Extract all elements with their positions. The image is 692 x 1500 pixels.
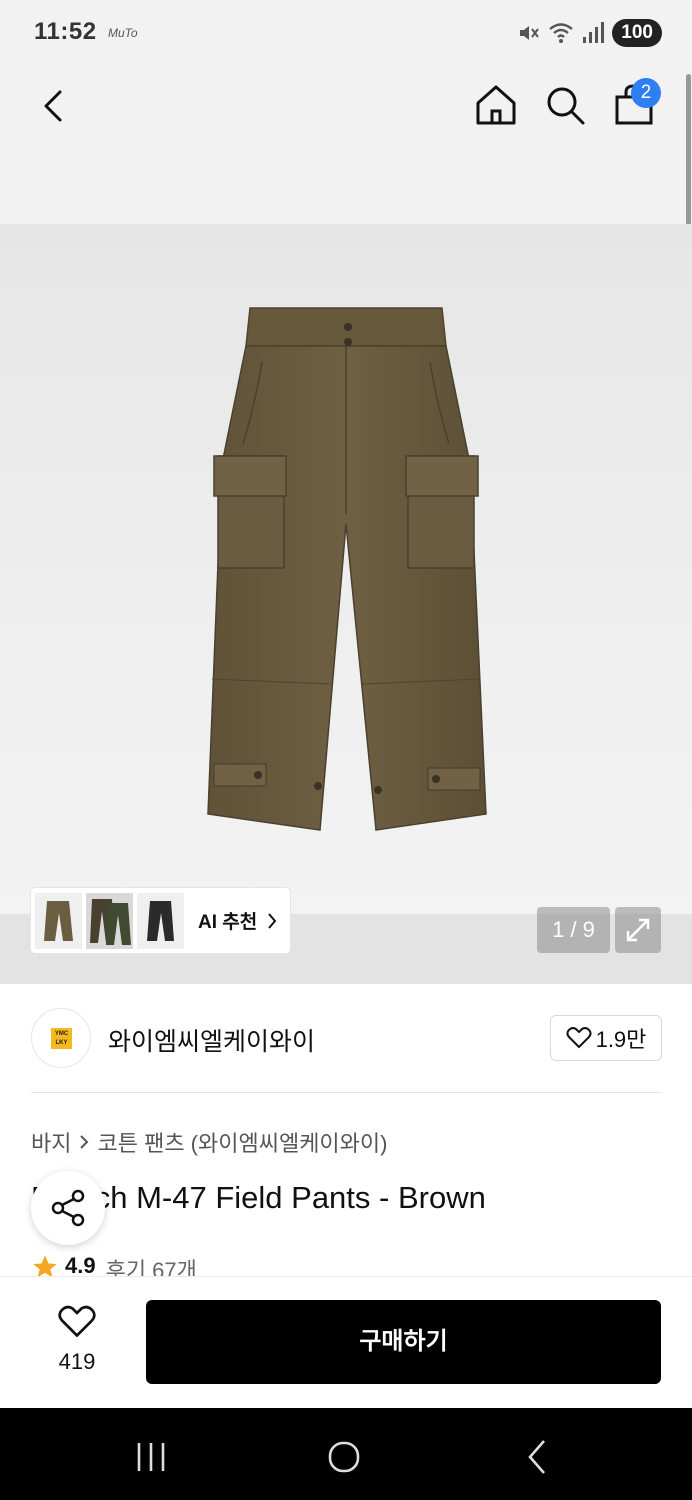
ai-thumbnail[interactable] [35,892,82,949]
home-icon[interactable] [472,81,520,129]
share-icon [51,1189,85,1227]
brand-logo-mark: YMC LKY [51,1028,72,1049]
wishlist-count: 419 [58,1349,96,1374]
rating-row[interactable]: 4.9 후기 67개 [31,1253,197,1277]
chevron-right-icon [80,1135,89,1149]
system-navigation-bar [0,1408,692,1500]
mute-icon [520,26,540,40]
expand-image-button[interactable] [615,907,661,953]
brand-name[interactable]: 와이엠씨엘케이와이 [108,1022,315,1058]
search-icon[interactable] [541,81,589,129]
buy-button[interactable]: 구매하기 [146,1300,661,1384]
star-icon [33,1255,57,1277]
back-arrow-icon[interactable] [34,84,78,128]
breadcrumb-category[interactable]: 바지 [31,1126,71,1158]
ai-recommend-label: AI 추천 [198,912,258,933]
rating-value: 4.9 [65,1253,96,1277]
brand-like-button[interactable]: 1.9만 [550,1015,662,1061]
breadcrumb-subcategory[interactable]: 코튼 팬츠 (와이엠씨엘케이와이) [97,1126,387,1158]
status-icons: 100 [516,18,662,48]
brand-logo[interactable]: YMC LKY [31,1008,91,1068]
home-circle-icon[interactable] [324,1437,364,1477]
brand-row: YMC LKY 와이엠씨엘케이와이 1.9만 [31,1008,662,1068]
divider [31,1092,662,1093]
top-nav [0,66,692,224]
status-time: 11:52 [34,18,97,45]
chevron-right-icon [268,912,277,929]
product-image[interactable] [0,224,692,984]
scrollbar[interactable] [686,74,691,228]
brand-like-count: 1.9만 [595,1027,647,1052]
ai-thumbnail[interactable] [86,892,133,949]
image-counter: 1 / 9 [537,907,610,953]
ai-recommend-panel[interactable]: AI 추천 [31,888,290,953]
recent-apps-icon[interactable] [131,1437,171,1477]
expand-icon [626,918,650,942]
ai-thumbnail[interactable] [137,892,184,949]
signal-icon [583,22,605,43]
wishlist-button[interactable]: 419 [40,1300,114,1384]
share-button[interactable] [31,1171,105,1245]
heart-outline-icon [58,1305,96,1338]
breadcrumb: 바지 코튼 팬츠 (와이엠씨엘케이와이) [31,1126,387,1158]
cart-count-badge: 2 [631,78,661,108]
status-app-indicator: MuTo [108,26,138,40]
status-bar: 11:52 MuTo 100 [0,0,692,66]
battery-indicator: 100 [612,19,662,47]
pants-illustration [207,307,487,831]
system-back-icon[interactable] [518,1437,558,1477]
wifi-icon [549,23,574,43]
heart-outline-icon [566,1027,592,1049]
review-count: 후기 67개 [105,1258,197,1277]
